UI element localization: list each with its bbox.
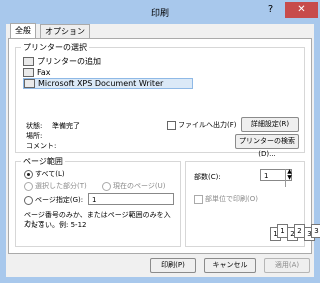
- printer-selection-legend: プリンターの選択: [21, 42, 89, 53]
- page-range-legend: ページ範囲: [21, 156, 65, 167]
- range-current-radio[interactable]: [102, 182, 111, 191]
- comment-label: コメント:: [26, 142, 57, 150]
- status-label: 状態:: [26, 122, 43, 130]
- printer-item-fax[interactable]: Fax: [23, 67, 193, 77]
- range-selection-label: 選択した部分(T): [35, 182, 87, 190]
- add-printer-icon: [23, 56, 34, 66]
- cancel-button[interactable]: キャンセル: [204, 258, 256, 273]
- tab-general[interactable]: 全般: [10, 23, 36, 38]
- print-to-file-checkbox[interactable]: [167, 121, 176, 130]
- title-bar: 印刷 ? ✕: [0, 0, 320, 24]
- range-all-label: すべて(L): [35, 170, 65, 178]
- page-range-input[interactable]: 1: [88, 193, 174, 205]
- help-button[interactable]: ?: [258, 2, 283, 18]
- page-range-group: ページ範囲 すべて(L) 選択した部分(T) 現在のページ(U) ページ指定(G…: [15, 156, 181, 247]
- collate-label: 部単位で印刷(O): [205, 195, 258, 203]
- range-pages-label: ページ指定(G):: [35, 196, 84, 204]
- fax-printer-icon: [23, 67, 34, 77]
- dialog-body: 全般 オプション プリンターの選択 プリンターの追加 Fax Microsoft…: [6, 23, 320, 277]
- printer-label-fax: Fax: [37, 67, 51, 77]
- general-tab-panel: プリンターの選択 プリンターの追加 Fax Microsoft XPS Docu…: [8, 38, 320, 254]
- find-printer-button[interactable]: プリンターの検索(D)...: [235, 134, 299, 158]
- range-current-label: 現在のページ(U): [113, 182, 166, 190]
- collate-checkbox[interactable]: [194, 195, 203, 204]
- print-to-file-label: ファイルへ出力(F): [178, 121, 237, 129]
- page-range-hint-2: ください。例: 5-12: [24, 221, 87, 229]
- printer-list[interactable]: プリンターの追加 Fax Microsoft XPS Document Writ…: [23, 56, 193, 90]
- dialog-footer: 印刷(P) キャンセル 適用(A): [6, 255, 314, 277]
- collate-illustration: 1 1 2 2 3 3: [270, 217, 320, 245]
- status-value: 準備完了: [52, 122, 80, 130]
- advanced-settings-button[interactable]: 詳細設定(R): [241, 117, 299, 132]
- printer-item-add[interactable]: プリンターの追加: [23, 56, 193, 66]
- print-button[interactable]: 印刷(P): [150, 258, 196, 273]
- location-label: 場所:: [26, 132, 43, 140]
- range-selection-radio[interactable]: [24, 182, 33, 191]
- tab-options[interactable]: オプション: [40, 24, 90, 38]
- apply-button[interactable]: 適用(A): [264, 258, 310, 273]
- collate-sheet-3b: 3: [311, 224, 320, 238]
- printer-selection-group: プリンターの選択 プリンターの追加 Fax Microsoft XPS Docu…: [15, 42, 305, 158]
- print-dialog: 印刷 ? ✕ 全般 オプション プリンターの選択 プリンターの追加 Fax Mi…: [0, 0, 320, 283]
- copies-label: 部数(C):: [194, 173, 221, 181]
- printer-item-xps[interactable]: Microsoft XPS Document Writer: [23, 78, 193, 89]
- printer-label-add: プリンターの追加: [37, 56, 101, 66]
- close-button[interactable]: ✕: [285, 2, 318, 18]
- printer-label-xps: Microsoft XPS Document Writer: [38, 79, 164, 88]
- copies-group: 部数(C): 1 ▲ ▼ 部単位で印刷(O) 1 1 2 2 3 3: [185, 161, 320, 247]
- range-all-radio[interactable]: [24, 170, 33, 179]
- range-pages-radio[interactable]: [24, 196, 33, 205]
- xps-printer-icon: [24, 79, 35, 88]
- copies-spinner-down[interactable]: ▼: [285, 175, 293, 187]
